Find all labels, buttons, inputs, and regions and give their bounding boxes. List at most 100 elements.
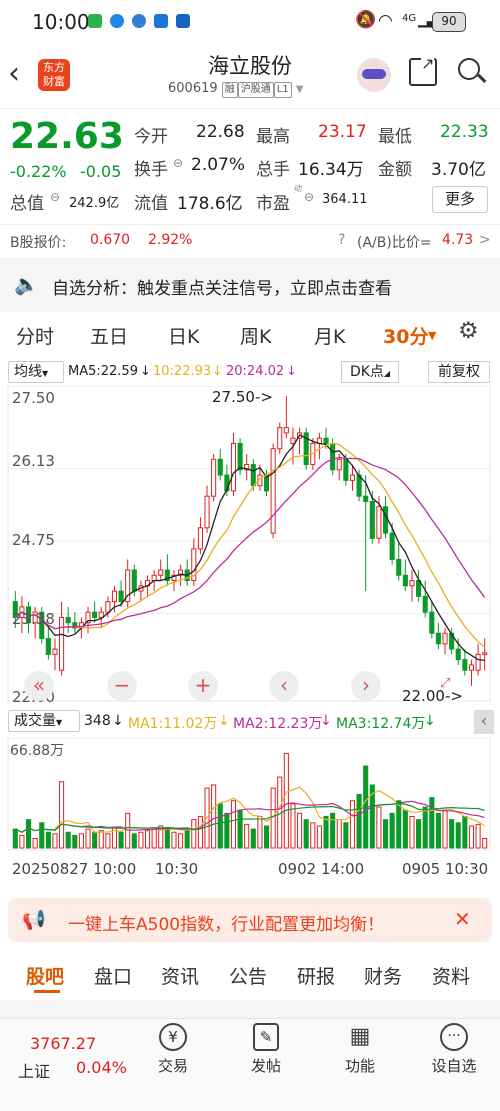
tab-zhouk[interactable]: 周K: [240, 322, 271, 349]
candle-body: [429, 611, 435, 634]
collapse-icon[interactable]: ‹: [474, 710, 494, 734]
turnover-value: 2.07%: [191, 155, 246, 175]
tab-caiwu[interactable]: 财务: [364, 962, 402, 989]
candle-body: [237, 442, 243, 471]
tab-yanbao[interactable]: 研报: [297, 962, 335, 989]
volume-bar: [330, 812, 336, 849]
ma10-value: 10:22.93: [153, 364, 212, 379]
candle-body: [323, 437, 329, 444]
candle-body: [92, 611, 98, 618]
tab-underline: [34, 990, 60, 993]
volume-bar: [336, 819, 342, 849]
candle-body: [52, 648, 58, 655]
megaphone-icon: 📢: [22, 909, 46, 931]
add-watchlist-button[interactable]: ··· 设自选: [414, 1023, 494, 1076]
dk-button[interactable]: DK点◢: [341, 361, 399, 383]
high-label: 最高: [256, 127, 290, 147]
post-button[interactable]: ✎ 发帖: [226, 1023, 306, 1076]
volume-selector[interactable]: 成交量▼: [8, 710, 80, 732]
info-icon[interactable]: ⊖: [173, 156, 183, 170]
search-icon[interactable]: [458, 58, 487, 83]
more-icon: ···: [440, 1023, 468, 1051]
tag-hgt: 沪股通: [237, 82, 274, 98]
chevron-down-icon[interactable]: ▼: [428, 329, 436, 342]
gear-icon[interactable]: ⚙: [458, 318, 479, 344]
function-button[interactable]: ▦ 功能: [320, 1023, 400, 1076]
question-icon[interactable]: ?: [338, 232, 345, 248]
scroll-right-icon[interactable]: ›: [351, 671, 381, 701]
volume-bar: [184, 828, 190, 849]
tab-rik[interactable]: 日K: [168, 322, 199, 349]
volume-bar: [85, 828, 91, 849]
volume-bar: [382, 819, 389, 849]
more-button[interactable]: 更多: [432, 186, 488, 213]
scroll-left-fast-icon[interactable]: «: [24, 671, 54, 701]
index-name[interactable]: 上证: [18, 1058, 50, 1082]
candle-body: [422, 595, 428, 613]
ratio-label: (A/B)比价=: [357, 235, 432, 251]
share-icon[interactable]: ↗: [409, 54, 437, 86]
time-tick: 0905 10:30: [402, 860, 489, 878]
volume-bar: [462, 815, 468, 849]
ma-selector-label: 均线: [14, 364, 42, 380]
vol-ma1: MA1:11.02万: [128, 716, 218, 732]
tab-yuek[interactable]: 月K: [314, 322, 345, 349]
candle-body: [230, 442, 237, 492]
wechat-icon: [88, 14, 102, 28]
volume-bar: [45, 831, 51, 849]
candle-body: [336, 458, 342, 471]
trade-button[interactable]: ¥ 交易: [133, 1023, 213, 1076]
kline-chart[interactable]: [0, 386, 500, 706]
volume-bar: [59, 781, 65, 849]
candle-body: [197, 527, 203, 550]
alert-bar[interactable]: 🔈 自选分析：触发重点关注信号，立即点击查看: [0, 258, 500, 312]
zoom-in-icon[interactable]: +: [188, 671, 218, 701]
candle-body: [382, 506, 389, 534]
tab-ziliao[interactable]: 资料: [432, 962, 470, 989]
info-icon[interactable]: ⊖: [50, 190, 60, 204]
volume-bar: [250, 828, 256, 849]
tag-level: L1: [273, 82, 292, 98]
tab-zixun[interactable]: 资讯: [161, 962, 199, 989]
tab-pankou[interactable]: 盘口: [94, 962, 132, 989]
fuquan-button[interactable]: 前复权: [428, 361, 490, 383]
status-time: 10:00: [32, 10, 90, 34]
promo-banner[interactable]: 📢 一键上车A500指数，行业配置更加均衡！ ✕: [8, 898, 492, 942]
battery-icon: 90: [432, 12, 466, 32]
volume-bar: [171, 831, 177, 849]
ma-selector[interactable]: 均线▼: [8, 361, 64, 383]
volume-bar: [356, 793, 362, 849]
volume-chart[interactable]: [0, 738, 500, 852]
volume-bar: [402, 809, 408, 849]
info-icon[interactable]: ⊖: [304, 190, 314, 204]
index-pct[interactable]: 0.04%: [76, 1058, 127, 1077]
tab-fenshi[interactable]: 分时: [16, 322, 54, 349]
candle-body: [158, 569, 164, 576]
candle-body: [435, 632, 441, 645]
fullscreen-icon[interactable]: ⤢: [440, 676, 450, 691]
tab-wuri[interactable]: 五日: [90, 322, 128, 349]
avatar[interactable]: [357, 58, 391, 92]
volume-bar: [316, 825, 322, 849]
candle-body: [330, 442, 336, 471]
add-watchlist-label: 设自选: [431, 1057, 477, 1075]
close-icon[interactable]: ✕: [454, 907, 471, 931]
tab-30min[interactable]: 30分: [383, 322, 428, 349]
price-tick: 26.13: [12, 452, 55, 470]
volume-bar: [72, 834, 78, 849]
bshare-label: B股报价:: [10, 235, 67, 251]
index-value[interactable]: 3767.27: [30, 1034, 96, 1053]
scroll-left-icon[interactable]: ‹: [269, 671, 299, 701]
post-label: 发帖: [250, 1057, 281, 1075]
zoom-out-icon[interactable]: −: [107, 671, 137, 701]
vol-ma2: MA2:12.23万: [233, 716, 323, 732]
tab-guba[interactable]: 股吧: [26, 962, 64, 989]
volume-bar: [416, 819, 422, 849]
tag-rong: 融: [221, 82, 238, 98]
tab-gonggao[interactable]: 公告: [229, 962, 267, 989]
low-annotation: 22.00->: [402, 687, 463, 705]
candle-body: [277, 427, 283, 450]
candle-body: [131, 569, 137, 592]
volume-bar: [422, 806, 428, 849]
chevron-down-icon[interactable]: ▼: [296, 84, 304, 95]
